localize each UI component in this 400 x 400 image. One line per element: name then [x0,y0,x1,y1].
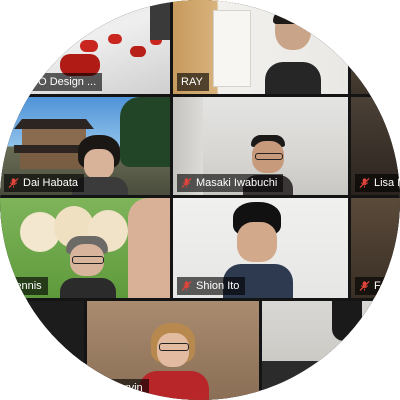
participant-name-label: Lisa M [355,174,400,192]
participant-name-label: Shion Ito [177,277,246,295]
participant-tile-partial[interactable] [351,0,400,94]
participant-tile-shion-ito[interactable]: Shion Ito [173,198,348,298]
participant-tile-dai-habata[interactable]: Dai Habata [0,97,170,195]
mic-muted-icon [8,76,19,88]
participant-name: ce Mervin [95,382,143,394]
participant-name: OTO Design ... [23,76,97,88]
person-video [60,236,116,298]
mic-muted-icon [359,177,370,189]
participant-tile-ce-mervin[interactable]: ce Mervin [87,301,259,400]
participant-name: Lisa M [374,177,400,189]
person-video [139,323,209,400]
participant-name: Shion Ito [196,280,240,292]
mic-muted-icon [181,280,192,292]
video-call-grid: OTO Design ... RAY Dai Habata Masaki Iwa… [0,0,400,400]
person-video [265,10,321,94]
participant-name-label: F [355,277,387,295]
mic-muted-icon [8,177,19,189]
participant-name-label: RAY [177,73,209,91]
participant-tile-empty[interactable] [0,301,84,400]
mic-muted-icon [181,177,192,189]
participant-name-label: OTO Design ... [4,73,103,91]
participant-tile-masaki-iwabuchi[interactable]: Masaki Iwabuchi [173,97,348,195]
participant-tile-kennis[interactable]: Kennis [0,198,170,298]
participant-tile-partial[interactable] [262,301,400,400]
participant-name: F [374,280,381,292]
participant-name: Masaki Iwabuchi [196,177,278,189]
participant-name-label: Kennis [4,277,48,295]
participant-tile-lisa-m[interactable]: Lisa M [351,97,400,195]
participant-name: Kennis [8,280,42,292]
participant-name-label: ce Mervin [91,379,149,397]
participant-name: RAY [181,76,203,88]
participant-name-label: Masaki Iwabuchi [177,174,284,192]
participant-tile-oto-design[interactable]: OTO Design ... [0,0,170,94]
participant-name-label: Dai Habata [4,174,85,192]
participant-tile-f[interactable]: F [351,198,400,298]
participant-name: Dai Habata [23,177,79,189]
mic-muted-icon [359,280,370,292]
participant-tile-ray[interactable]: RAY [173,0,348,94]
